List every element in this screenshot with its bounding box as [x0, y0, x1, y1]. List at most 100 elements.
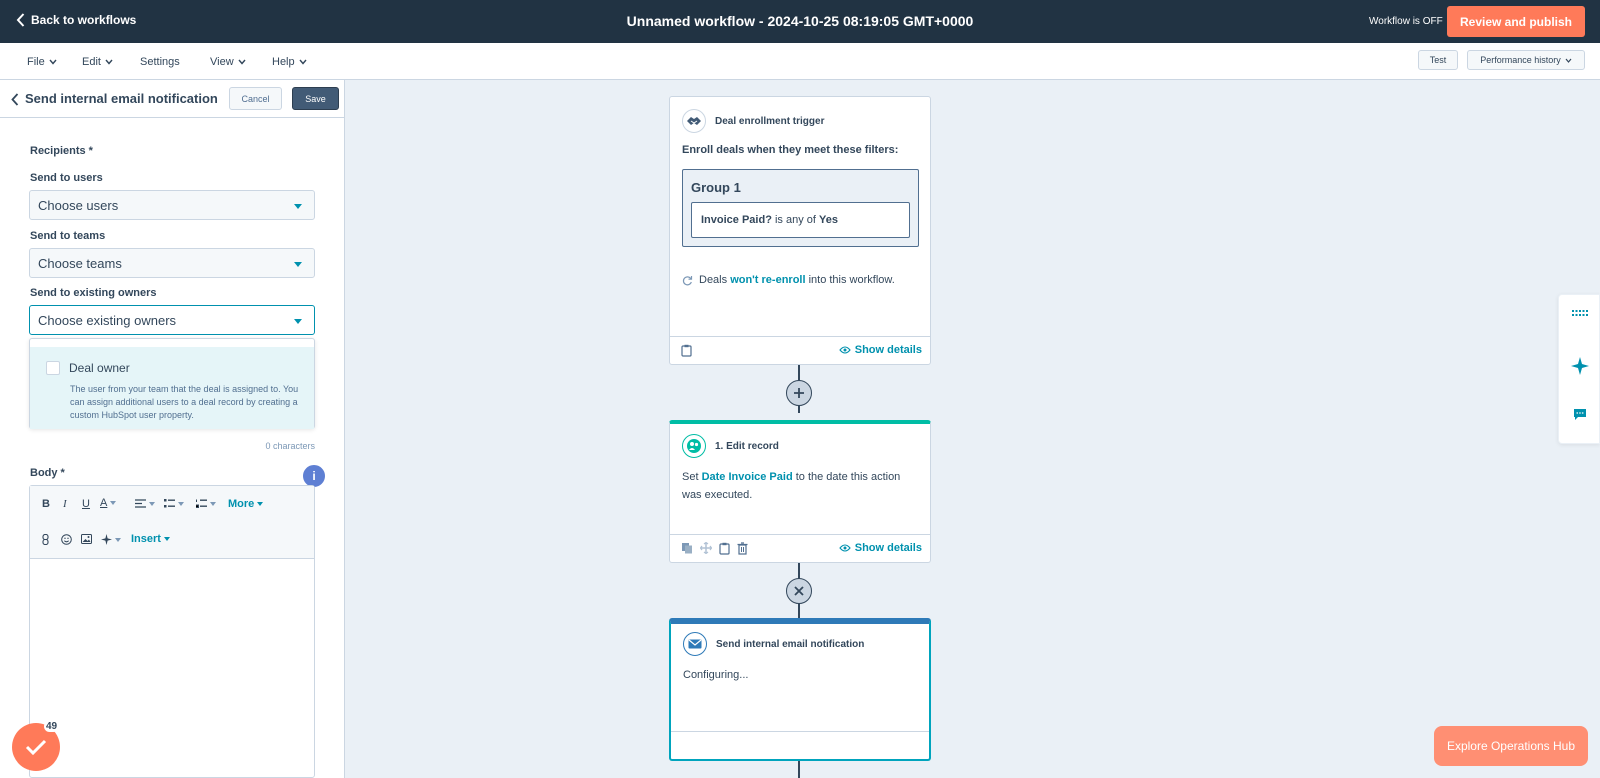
workflow-canvas[interactable] — [345, 80, 1600, 778]
chevron-down-icon — [105, 59, 113, 65]
add-action-button[interactable] — [786, 380, 812, 406]
owners-select-value: Choose existing owners — [38, 312, 177, 328]
eye-icon — [839, 544, 851, 552]
menu-bar: File Edit Settings View Help — [0, 43, 1600, 80]
numbered-list-button[interactable] — [196, 499, 216, 508]
menu-view[interactable]: View — [210, 56, 246, 68]
performance-history-button[interactable]: Performance history — [1467, 50, 1585, 70]
character-count: 0 characters — [265, 441, 315, 451]
numbered-list-icon — [196, 499, 207, 508]
owners-select[interactable]: Choose existing owners — [29, 305, 315, 335]
image-button[interactable] — [81, 534, 92, 544]
image-icon — [81, 534, 92, 544]
menu-help[interactable]: Help — [272, 56, 307, 68]
menu-edit[interactable]: Edit — [82, 56, 113, 68]
align-button[interactable] — [135, 499, 155, 508]
align-left-icon — [135, 499, 146, 508]
menu-settings[interactable]: Settings — [140, 56, 180, 68]
teams-select[interactable]: Choose teams — [29, 248, 315, 278]
smiley-icon — [61, 534, 72, 545]
insert-label: Insert — [131, 533, 161, 545]
email-notification-node[interactable]: Send internal email notification Configu… — [669, 618, 931, 761]
caret-down-icon — [294, 204, 302, 209]
panel-header: Send internal email notification Cancel … — [0, 80, 344, 118]
emoji-button[interactable] — [61, 534, 72, 545]
menu-file[interactable]: File — [27, 56, 57, 68]
ai-assist-button[interactable] — [101, 534, 121, 545]
checkmark-icon — [25, 739, 47, 755]
users-select[interactable]: Choose users — [29, 190, 315, 220]
close-connector-button[interactable] — [786, 578, 812, 604]
send-to-owners-label: Send to existing owners — [30, 287, 157, 299]
link-button[interactable] — [42, 534, 49, 545]
body-editor[interactable]: B I U A More Insert — [29, 485, 315, 778]
menu-help-label: Help — [272, 56, 295, 68]
deal-owner-description: The user from your team that the deal is… — [70, 384, 299, 420]
show-details-label: Show details — [854, 542, 922, 554]
insert-button[interactable]: Insert — [131, 533, 170, 545]
filter-property: Invoice Paid? — [701, 214, 772, 226]
bullet-list-icon — [164, 499, 175, 508]
filter-value: Yes — [819, 214, 838, 226]
cancel-button[interactable]: Cancel — [229, 87, 282, 110]
filter-operator: is any of — [771, 214, 819, 226]
show-details-button[interactable]: Show details — [839, 542, 922, 554]
reenroll-suffix: into this workflow. — [805, 274, 895, 286]
users-select-value: Choose users — [38, 197, 119, 213]
email-notification-status: Configuring... — [683, 669, 749, 681]
grid-icon[interactable] — [1571, 305, 1589, 323]
bulleted-list-button[interactable] — [164, 499, 184, 508]
filter-group[interactable]: Group 1 Invoice Paid? is any of Yes — [682, 169, 919, 247]
clipboard-icon[interactable] — [681, 344, 692, 357]
edit-record-node[interactable]: 1. Edit record Set Date Invoice Paid to … — [669, 420, 931, 563]
workflow-status: Workflow is OFF — [1369, 16, 1443, 27]
move-icon[interactable] — [700, 542, 712, 554]
teams-select-value: Choose teams — [38, 255, 122, 271]
chevron-down-icon — [1565, 58, 1572, 63]
dropdown-option-deal-owner[interactable]: Deal owner The user from your team that … — [30, 347, 314, 429]
action-panel: Send internal email notification Cancel … — [0, 80, 345, 778]
eye-icon — [839, 346, 851, 354]
editor-toolbar: B I U A More Insert — [30, 486, 314, 559]
trigger-footer: Show details — [670, 336, 930, 364]
ai-sparkle-icon[interactable] — [1571, 357, 1589, 375]
people-icon — [682, 434, 706, 458]
review-and-publish-button[interactable]: Review and publish — [1447, 6, 1585, 37]
link-icon — [42, 534, 49, 545]
deal-owner-checkbox[interactable] — [46, 361, 60, 375]
recipients-label: Recipients * — [30, 145, 93, 157]
trigger-title: Deal enrollment trigger — [715, 116, 825, 127]
edit-record-footer: Show details — [670, 534, 930, 562]
save-button[interactable]: Save — [292, 87, 339, 110]
more-button[interactable]: More — [228, 498, 264, 510]
chevron-down-icon — [49, 59, 57, 65]
bold-button[interactable]: B — [42, 498, 50, 510]
copy-icon[interactable] — [681, 542, 693, 554]
close-icon — [794, 586, 804, 596]
chat-icon[interactable] — [1571, 405, 1589, 423]
back-to-workflows-link[interactable]: Back to workflows — [16, 13, 136, 27]
reenroll-link[interactable]: won't re-enroll — [730, 274, 805, 286]
test-button[interactable]: Test — [1418, 50, 1458, 70]
panel-title: Send internal email notification — [25, 91, 218, 106]
trash-icon[interactable] — [737, 542, 748, 555]
underline-button[interactable]: U — [82, 498, 90, 510]
filter-condition[interactable]: Invoice Paid? is any of Yes — [691, 202, 910, 238]
date-invoice-paid-link[interactable]: Date Invoice Paid — [702, 471, 793, 483]
workflow-title: Unnamed workflow - 2024-10-25 08:19:05 G… — [626, 13, 974, 29]
trigger-node[interactable]: Deal enrollment trigger Enroll deals whe… — [669, 96, 931, 365]
send-to-users-label: Send to users — [30, 172, 103, 184]
email-notification-title: Send internal email notification — [716, 639, 865, 650]
text-color-button[interactable]: A — [100, 497, 117, 509]
handshake-icon — [682, 109, 706, 133]
group-title: Group 1 — [691, 180, 741, 195]
plus-icon — [794, 388, 804, 398]
chevron-left-icon[interactable] — [11, 93, 19, 106]
clipboard-icon[interactable] — [719, 542, 730, 555]
show-details-button[interactable]: Show details — [839, 344, 922, 356]
menu-settings-label: Settings — [140, 56, 180, 68]
text-color-label: A — [100, 497, 108, 509]
explore-operations-hub-button[interactable]: Explore Operations Hub — [1434, 726, 1588, 766]
italic-button[interactable]: I — [63, 498, 67, 510]
menu-file-label: File — [27, 56, 45, 68]
